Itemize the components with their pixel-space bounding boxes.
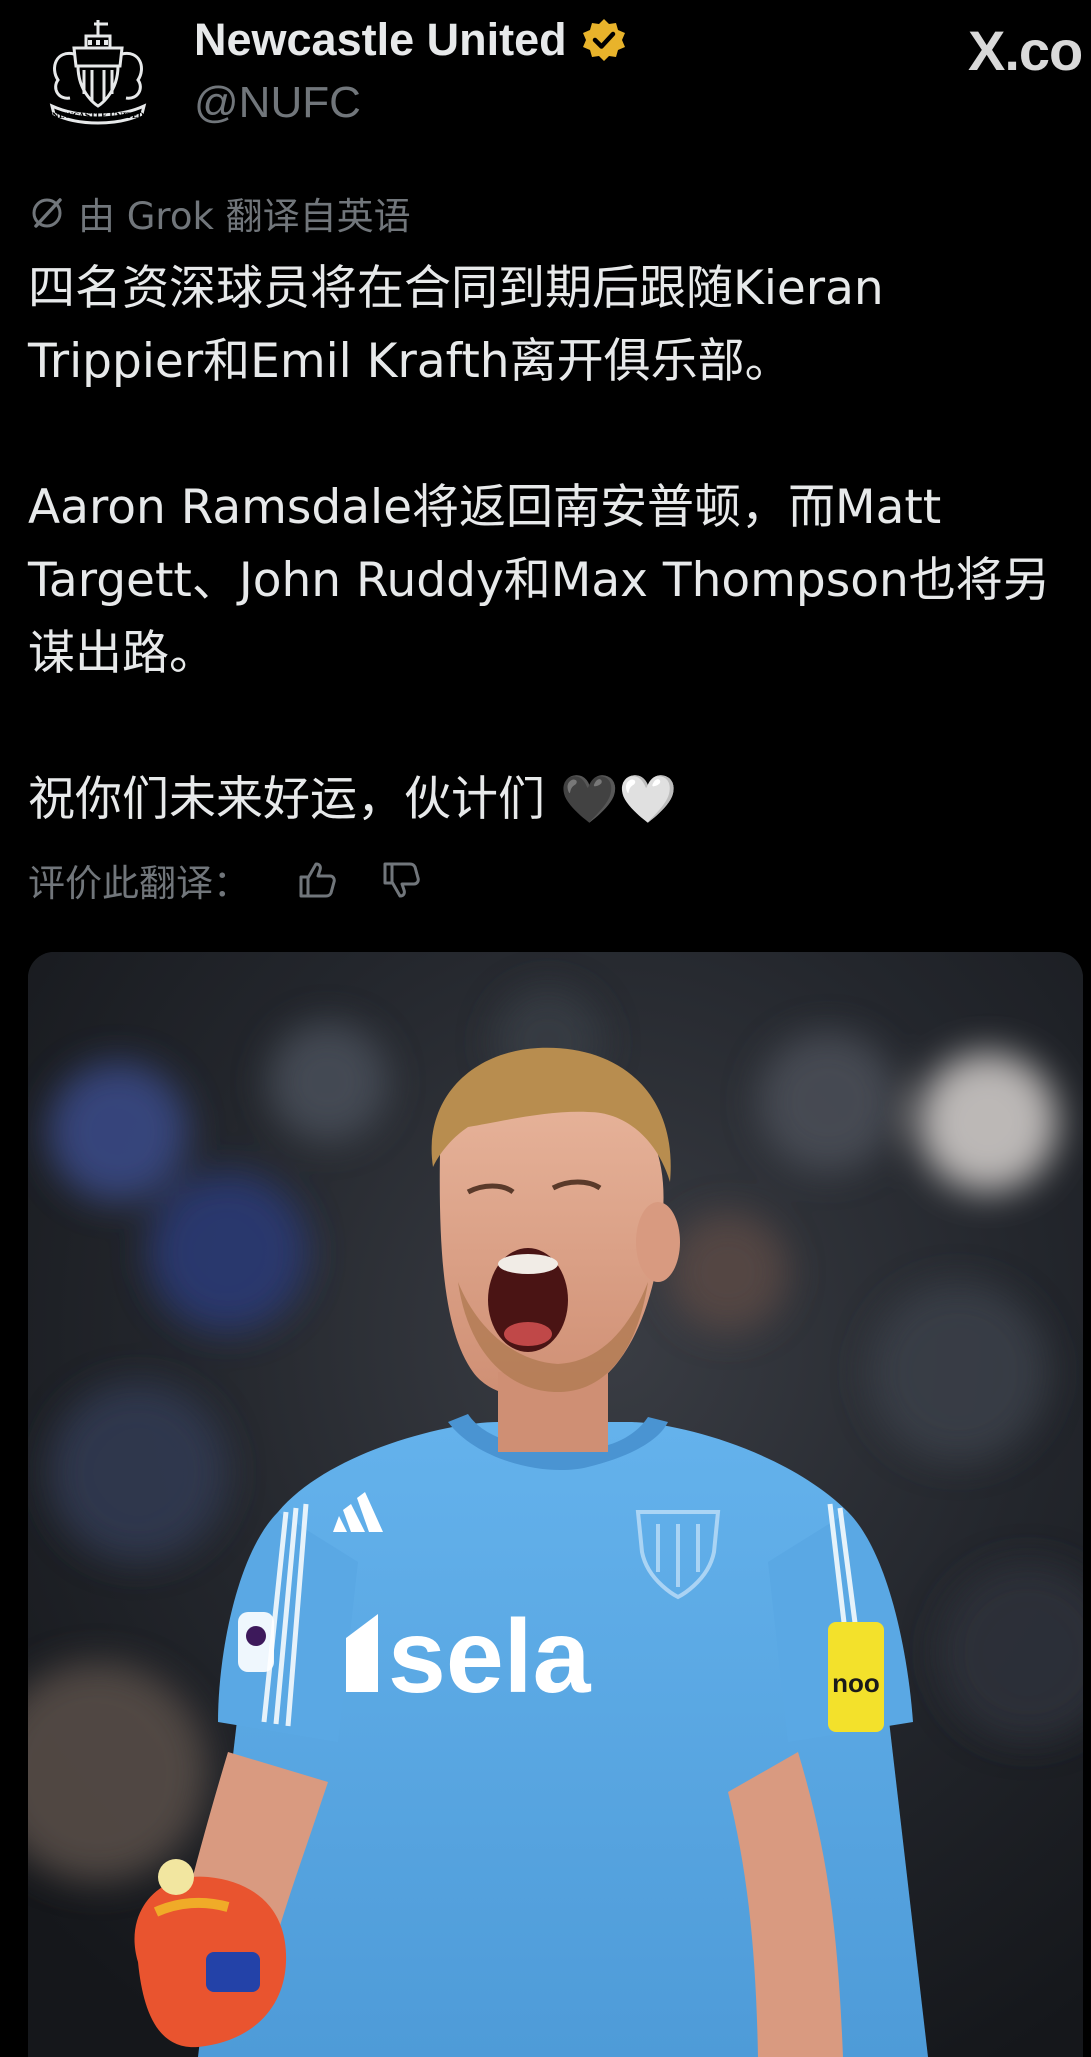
league-badge-icon — [238, 1612, 274, 1672]
player-photo: noo sela — [28, 952, 1083, 2057]
avatar[interactable]: NEWCASTLE UNITED — [38, 14, 158, 134]
tweet-line: Aaron Ramsdale将返回南安普顿，而Matt — [28, 480, 942, 535]
rate-translation-label: 评价此翻译： — [28, 862, 250, 905]
newcastle-crest-icon: NEWCASTLE UNITED — [49, 20, 147, 125]
account-handle[interactable]: @NUFC — [194, 78, 361, 128]
avatar-caption: NEWCASTLE UNITED — [52, 111, 145, 120]
tweet-line: 四名资深球员将在合同到期后跟随Kieran — [28, 261, 884, 316]
translation-note-text: 由 Grok 翻译自英语 — [78, 195, 411, 238]
display-name[interactable]: Newcastle United — [194, 14, 567, 66]
thumbs-up-button[interactable] — [292, 855, 342, 905]
thumbs-down-button[interactable] — [376, 855, 426, 905]
tweet-media-image[interactable]: noo sela — [28, 952, 1083, 2057]
grok-icon — [32, 198, 62, 228]
name-row: Newcastle United — [194, 14, 627, 66]
shirt-sponsor-text: sela — [388, 1599, 592, 1715]
tweet-text: 四名资深球员将在合同到期后跟随Kieran Trippier和Emil Kraf… — [28, 252, 1091, 836]
x-logo-watermark: X.co — [968, 19, 1083, 82]
tweet-header: NEWCASTLE UNITED Newcastle United @NUFC … — [0, 0, 1091, 150]
translation-note: 由 Grok 翻译自英语 — [28, 186, 411, 240]
tweet-line: Targett、John Ruddy和Max Thompson也将另 — [28, 553, 1050, 608]
tweet-line: Trippier和Emil Krafth离开俱乐部。 — [28, 334, 792, 389]
thumbs-up-icon — [299, 862, 336, 898]
tweet-line: 谋出路。 — [28, 626, 216, 681]
tweet-line: 祝你们未来好运，伙计们 🖤🤍 — [28, 772, 677, 827]
translation-rating: 评价此翻译： — [28, 852, 426, 908]
verified-badge-icon[interactable] — [581, 17, 627, 63]
sleeve-sponsor: noo — [832, 1668, 880, 1698]
thumbs-down-icon — [383, 862, 420, 898]
